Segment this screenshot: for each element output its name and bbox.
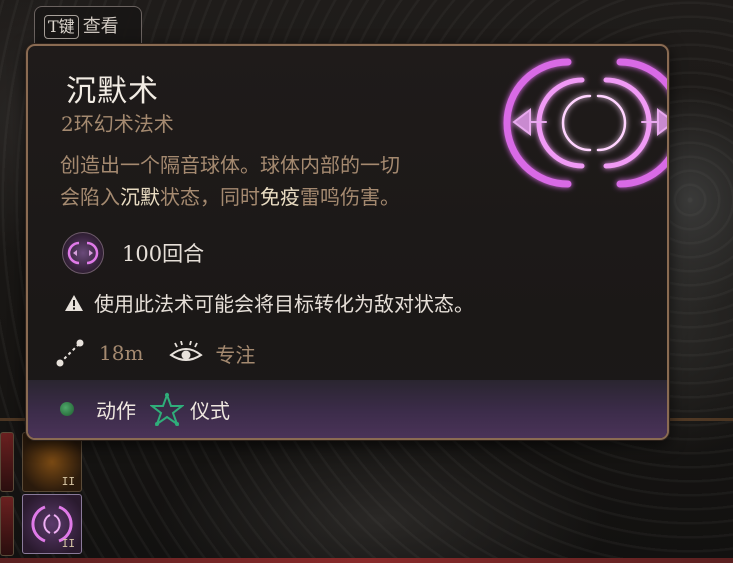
- action-cost-label: 动作: [96, 398, 136, 423]
- cost-footer: 动作 仪式: [28, 380, 667, 438]
- range-value: 18m: [99, 341, 144, 365]
- spell-name: 沉默术: [66, 74, 159, 109]
- range-icon: [56, 339, 84, 367]
- concentration-eye-icon: [169, 341, 204, 361]
- hotbar-slot[interactable]: II: [22, 432, 82, 492]
- hotkey-label: 查看: [82, 16, 119, 37]
- hotbar-slot-silence[interactable]: II: [22, 494, 82, 554]
- warning-row: 使用此法术可能会将目标转化为敌对状态。: [64, 288, 474, 317]
- hotbar-slot[interactable]: [0, 496, 14, 556]
- hotkey-key: T键: [44, 15, 79, 39]
- concentration-label: 专注: [215, 342, 256, 367]
- turn-hourglass-icon: [62, 232, 104, 274]
- hotbar-slot[interactable]: [0, 432, 14, 492]
- ritual-star-icon: [150, 392, 184, 426]
- spell-description: 创造出一个隔音球体。球体内部的一切 会陷入沉默状态，同时免疫雷鸣伤害。: [60, 153, 400, 209]
- meta-row: 18m 专注: [55, 338, 255, 368]
- spell-level-school: 2环幻术法术: [61, 112, 174, 136]
- slot-number: II: [61, 537, 75, 550]
- warning-triangle-icon: [65, 294, 83, 311]
- keyword-immune[interactable]: 免疫: [260, 185, 300, 209]
- hotbar-edge: [0, 558, 733, 563]
- action-dot-icon: [60, 402, 74, 416]
- warning-text: 使用此法术可能会将目标转化为敌对状态。: [94, 292, 474, 316]
- spell-tooltip: 沉默术 2环幻术法术 创造出一个隔音球体。球体内部的一切 会陷入沉默状态，同时免…: [26, 44, 669, 440]
- inspect-hotkey-tab[interactable]: T键 查看: [34, 6, 142, 48]
- slot-number: II: [61, 475, 75, 488]
- duration-row: 100回合: [62, 232, 204, 274]
- duration-value: 100回合: [122, 242, 205, 266]
- ritual-label: 仪式: [190, 398, 230, 423]
- keyword-silence[interactable]: 沉默: [120, 185, 160, 209]
- silence-sigil-icon: [503, 58, 667, 188]
